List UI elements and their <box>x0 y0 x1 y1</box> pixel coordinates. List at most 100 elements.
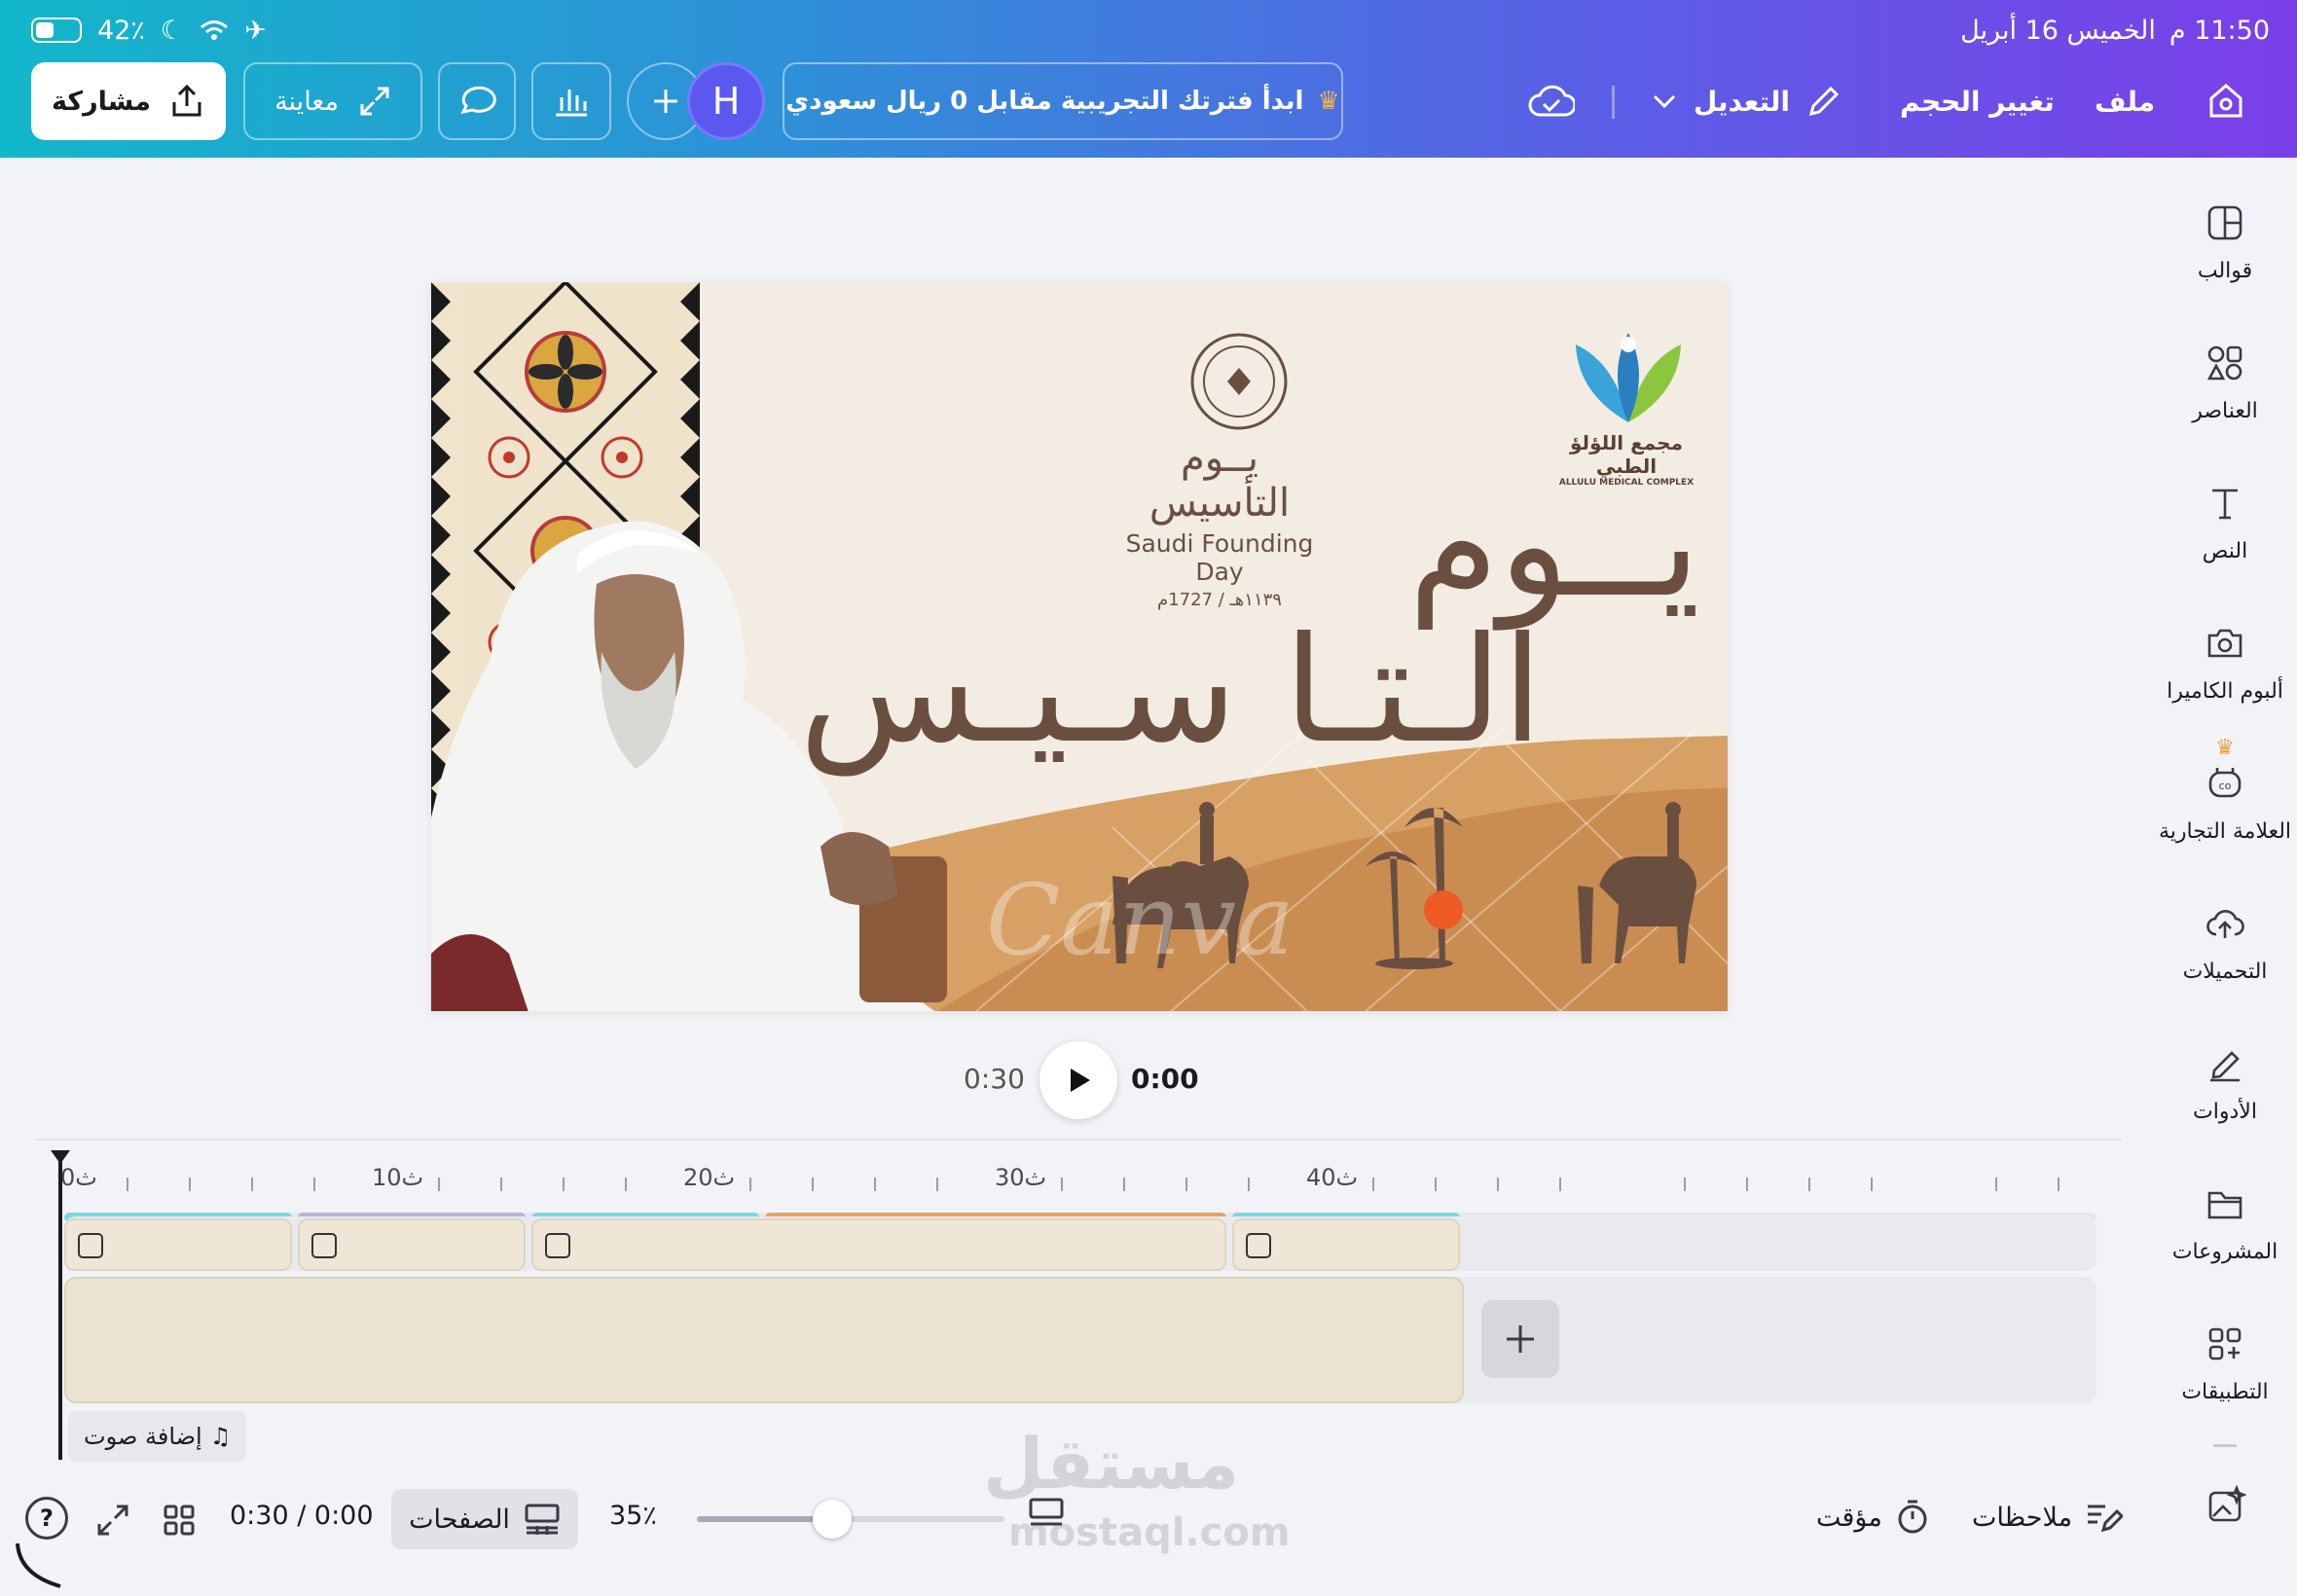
status-bar-right: 11:50 م الخميس 16 أبريل <box>1960 14 2270 47</box>
founding-day-seal-text: يــوم التأسيس Saudi Founding Day ١١٣٩هـ … <box>1112 436 1327 610</box>
page-thumbnail-1[interactable] <box>64 1218 292 1271</box>
share-label: مشاركة <box>52 86 151 117</box>
crown-icon: ♛ <box>1317 87 1340 116</box>
upload-cloud-icon <box>2206 910 2244 938</box>
camera-icon <box>2207 629 2242 658</box>
home-button[interactable] <box>2206 62 2246 140</box>
bottom-bar: ? 0:30 / 0:00 الصفحات 35٪ مؤقت ملاحظات <box>0 1477 2297 1588</box>
ruler-tick <box>1185 1178 1187 1191</box>
playhead[interactable] <box>58 1158 62 1460</box>
canva-watermark: Canva <box>986 863 1294 977</box>
sidebar-item-brand[interactable]: ♛ co العلامة التجارية <box>2153 738 2297 845</box>
sidebar-item-label: قوالب <box>2197 259 2253 283</box>
design-title-line2[interactable]: الـتـا سـيـس <box>799 618 1543 764</box>
notes-label: ملاحظات <box>1972 1502 2073 1533</box>
upload-share-icon <box>172 84 201 117</box>
ruler-tick <box>1808 1178 1810 1191</box>
sidebar-item-label: الأدوات <box>2193 1100 2257 1124</box>
fullscreen-icon[interactable] <box>95 1503 130 1538</box>
loading-arc-icon <box>16 1542 61 1588</box>
brand-icon: co <box>2208 768 2242 798</box>
ruler-tick <box>1559 1178 1561 1191</box>
image-icon <box>78 1233 103 1258</box>
grid-view-icon[interactable] <box>162 1503 197 1538</box>
ruler-tick <box>127 1178 128 1191</box>
sidebar-item-tools[interactable]: الأدوات <box>2153 1043 2297 1124</box>
insights-button[interactable] <box>531 62 611 140</box>
avatar[interactable]: H <box>687 62 765 140</box>
add-audio-button[interactable]: إضافة صوت ♫ <box>68 1411 247 1462</box>
pages-layout-icon <box>525 1504 560 1535</box>
image-icon <box>311 1233 337 1258</box>
moon-icon: ☾ <box>160 15 185 46</box>
timeline-top-border <box>35 1139 2122 1141</box>
sidebar-item-label: التحميلات <box>2182 960 2268 984</box>
ruler-tick <box>500 1178 502 1191</box>
ruler-tick <box>2058 1178 2060 1191</box>
sidebar-divider <box>2213 1444 2237 1447</box>
toolbar-divider <box>1612 86 1615 119</box>
design-canvas[interactable]: Canva يــوم الـتـا سـيـس يــوم التأسيس S… <box>431 282 1728 1011</box>
ruler-tick <box>1871 1178 1873 1191</box>
notes-button[interactable]: ملاحظات <box>1972 1499 2124 1536</box>
seal-arabic: يــوم التأسيس <box>1148 436 1291 526</box>
status-date: الخميس 16 أبريل <box>1960 15 2156 46</box>
page-thumbnail-4[interactable] <box>1232 1218 1460 1271</box>
file-menu-button[interactable]: ملف <box>2095 62 2155 140</box>
edit-menu-button[interactable]: التعديل <box>1651 62 1842 140</box>
sidebar-item-camera-roll[interactable]: ألبوم الكاميرا <box>2153 623 2297 704</box>
sidebar-item-templates[interactable]: قوالب <box>2153 202 2297 283</box>
sidebar-item-projects[interactable]: المشروعات <box>2153 1183 2297 1264</box>
ruler-tick <box>1497 1178 1499 1191</box>
sidebar-item-label: المشروعات <box>2171 1240 2279 1264</box>
resize-button[interactable]: تغيير الحجم <box>1900 62 2055 140</box>
play-icon <box>1071 1069 1090 1092</box>
cloud-saved-status[interactable] <box>1528 62 1575 140</box>
add-page-button[interactable] <box>1481 1300 1559 1378</box>
ruler-tick <box>1995 1178 1997 1191</box>
bar-chart-icon <box>556 90 587 117</box>
sidebar-item-elements[interactable]: العناصر <box>2153 343 2297 423</box>
page-thumbnail-2[interactable] <box>298 1218 526 1271</box>
audio-clip[interactable] <box>64 1277 1464 1403</box>
expand-icon <box>360 87 389 116</box>
ruler-tick <box>874 1178 876 1191</box>
svg-text:co: co <box>2219 780 2232 792</box>
sidebar-item-uploads[interactable]: التحميلات <box>2153 903 2297 984</box>
page-fit-icon[interactable] <box>1028 1497 1065 1530</box>
timeline[interactable]: 0ث 10ث 20ث 30ث 40ث إضافة صوت ♫ <box>35 1139 2122 1462</box>
sidebar-item-apps[interactable]: التطبيقات <box>2153 1324 2297 1404</box>
pages-button[interactable]: الصفحات <box>391 1489 578 1549</box>
ruler-tick-label: 40ث <box>1306 1164 1359 1191</box>
sidebar-item-text[interactable]: النص <box>2153 483 2297 563</box>
help-button[interactable]: ? <box>25 1497 68 1540</box>
timer-button[interactable]: مؤقت <box>1816 1499 1931 1536</box>
page-thumbnail-3[interactable] <box>531 1218 1226 1271</box>
help-icon: ? <box>40 1505 54 1532</box>
draw-tools-icon <box>2210 1051 2240 1082</box>
chevron-down-icon <box>1653 94 1676 109</box>
zoom-slider[interactable] <box>697 1500 1004 1539</box>
ruler-tick <box>563 1178 565 1191</box>
allulu-logo-text: مجمع اللؤلؤ الطبي ALLULU MEDICAL COMPLEX <box>1549 431 1704 488</box>
trial-button[interactable]: ابدأ فترتك التجريبية مقابل 0 ريال سعودي … <box>783 62 1343 140</box>
music-note-icon: ♫ <box>209 1423 232 1450</box>
left-sidebar: قوالب العناصر النص ألبوم الكاميرا ♛ co ا… <box>2153 158 2297 1596</box>
preview-button[interactable]: معاينة <box>243 62 422 140</box>
share-button[interactable]: مشاركة <box>31 62 226 140</box>
timer-label: مؤقت <box>1816 1502 1882 1533</box>
play-button[interactable] <box>1039 1041 1117 1119</box>
comment-icon <box>460 86 496 115</box>
resize-label: تغيير الحجم <box>1900 85 2055 118</box>
edit-label: التعديل <box>1694 85 1791 118</box>
playhead-handle[interactable] <box>51 1150 70 1164</box>
zoom-level: 35٪ <box>609 1501 657 1531</box>
ruler-tick <box>936 1178 938 1191</box>
zoom-slider-knob[interactable] <box>813 1500 853 1539</box>
comment-button[interactable] <box>438 62 516 140</box>
time-display: 0:30 / 0:00 <box>230 1501 374 1531</box>
elements-icon <box>2206 345 2242 381</box>
design-title-line1[interactable]: يــوم <box>1408 472 1700 618</box>
battery-percent: 42٪ <box>97 15 145 46</box>
ruler-tick <box>1248 1178 1250 1191</box>
